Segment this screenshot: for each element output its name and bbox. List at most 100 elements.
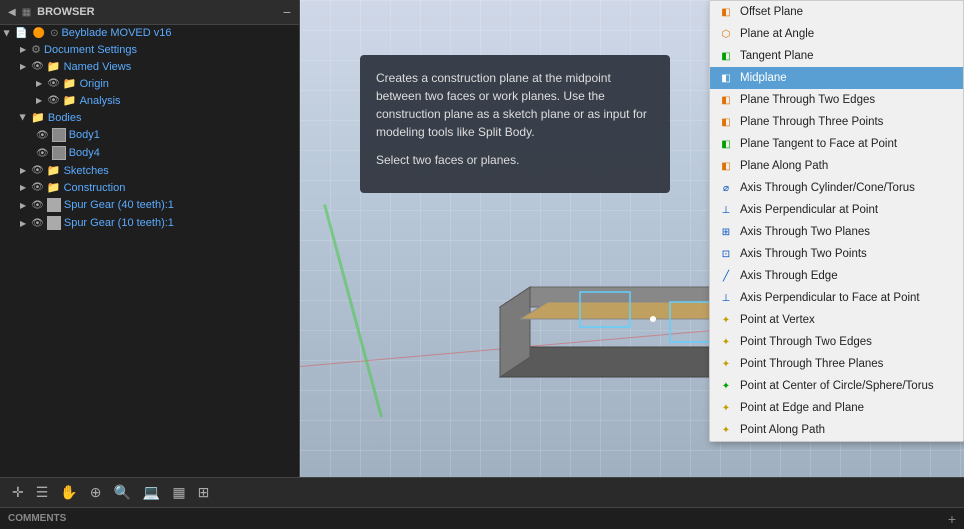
bottom-toolbar: ✛ ☰ ✋ ⊕ 🔍 💻 ▦ ⊞ [0, 477, 964, 507]
menu-item-tangent-plane[interactable]: ◧ Tangent Plane [710, 45, 963, 67]
menu-item-plane-three-pts[interactable]: ◧ Plane Through Three Points [710, 111, 963, 133]
tree-item-named-views[interactable]: ▶ 👁 📁 Named Views [0, 58, 299, 75]
eye-named-views[interactable]: 👁 [31, 61, 44, 72]
tree-item-analysis[interactable]: ▶ 👁 📁 Analysis [0, 92, 299, 109]
tree-item-body1[interactable]: 👁 Body1 [0, 126, 299, 144]
menu-item-midplane[interactable]: ◧ Midplane ⋯ [710, 67, 963, 89]
point-two-edges-icon: ✦ [718, 334, 734, 350]
bodies-label: Bodies [48, 112, 82, 124]
point-vertex-icon: ✦ [718, 312, 734, 328]
menu-item-axis-two-planes[interactable]: ⊞ Axis Through Two Planes [710, 221, 963, 243]
arrow-sketches[interactable]: ▶ [20, 166, 26, 175]
point-edge-plane-icon: ✦ [718, 400, 734, 416]
point-vertex-label: Point at Vertex [740, 314, 815, 326]
tree-item-doc-settings[interactable]: ▶ ⚙ Document Settings [0, 41, 299, 58]
arrow-analysis[interactable]: ▶ [36, 96, 42, 105]
eye-sketches[interactable]: 👁 [31, 165, 44, 176]
tree-item-root[interactable]: ▶ 📄 🟠 ⊙ Beyblade MOVED v16 [0, 25, 299, 41]
menu-item-point-edge-plane[interactable]: ✦ Point at Edge and Plane [710, 397, 963, 419]
menu-item-point-vertex[interactable]: ✦ Point at Vertex [710, 309, 963, 331]
browser-minimize-btn[interactable]: − [283, 4, 291, 20]
browser-header: ◀ ▦ BROWSER − [0, 0, 299, 25]
tree-item-spur10[interactable]: ▶ 👁 Spur Gear (10 teeth):1 [0, 214, 299, 232]
point-three-planes-icon: ✦ [718, 356, 734, 372]
toolbar-btn-create[interactable]: ✛ [8, 482, 28, 503]
toolbar-btn-display[interactable]: 💻 [139, 482, 164, 503]
arrow-root[interactable]: ▶ [3, 30, 12, 36]
arrow-named-views[interactable]: ▶ [20, 62, 26, 71]
eye-body4[interactable]: 👁 [36, 148, 49, 159]
eye-origin[interactable]: 👁 [47, 78, 60, 89]
toolbar-btn-zoom[interactable]: 🔍 [109, 482, 134, 503]
menu-item-axis-perp-face[interactable]: ⊥ Axis Perpendicular to Face at Point [710, 287, 963, 309]
axis-perp-pt-label: Axis Perpendicular at Point [740, 204, 878, 216]
plane-two-edges-icon: ◧ [718, 92, 734, 108]
named-views-label: Named Views [64, 61, 132, 73]
tree-item-sketches[interactable]: ▶ 👁 📁 Sketches [0, 162, 299, 179]
menu-item-axis-perp-pt[interactable]: ⊥ Axis Perpendicular at Point [710, 199, 963, 221]
eye-body1[interactable]: 👁 [36, 130, 49, 141]
menu-item-point-center[interactable]: ✦ Point at Center of Circle/Sphere/Torus [710, 375, 963, 397]
tree-item-construction[interactable]: ▶ 👁 📁 Construction [0, 179, 299, 196]
toolbar-btn-orbit[interactable]: ⊕ [86, 482, 106, 503]
browser-icon: ▦ [22, 7, 31, 18]
plane-three-pts-icon: ◧ [718, 114, 734, 130]
arrow-construction[interactable]: ▶ [20, 183, 26, 192]
folder-bodies: 📁 [31, 111, 45, 124]
add-comment-btn[interactable]: + [948, 511, 956, 527]
menu-item-axis-two-pts[interactable]: ⊡ Axis Through Two Points [710, 243, 963, 265]
viewport: Creates a construction plane at the midp… [300, 0, 964, 477]
arrow-spur10[interactable]: ▶ [20, 219, 26, 228]
menu-item-plane-along-path[interactable]: ◧ Plane Along Path [710, 155, 963, 177]
sidebar: ◀ ▦ BROWSER − ▶ 📄 🟠 ⊙ Beyblade MOVED v16… [0, 0, 300, 477]
arrow-bodies[interactable]: ▶ [19, 114, 28, 120]
menu-item-axis-edge[interactable]: ╱ Axis Through Edge [710, 265, 963, 287]
tree-item-bodies[interactable]: ▶ 📁 Bodies [0, 109, 299, 126]
origin-label: Origin [80, 78, 109, 90]
tree-item-spur40[interactable]: ▶ 👁 Spur Gear (40 teeth):1 [0, 196, 299, 214]
midplane-icon: ◧ [718, 70, 734, 86]
folder-origin: 📁 [63, 77, 77, 90]
menu-item-point-along-path[interactable]: ✦ Point Along Path [710, 419, 963, 441]
browser-collapse-arrow[interactable]: ◀ [8, 7, 16, 18]
folder-named-views: 📁 [47, 60, 61, 73]
gear-icon: ⚙ [31, 43, 41, 56]
eye-spur40[interactable]: 👁 [31, 200, 44, 211]
arrow-spur40[interactable]: ▶ [20, 201, 26, 210]
point-center-icon: ✦ [718, 378, 734, 394]
toolbar-btn-menu[interactable]: ☰ [32, 482, 53, 503]
menu-item-axis-cyl[interactable]: ⌀ Axis Through Cylinder/Cone/Torus [710, 177, 963, 199]
point-three-planes-label: Point Through Three Planes [740, 358, 883, 370]
eye-construction[interactable]: 👁 [31, 182, 44, 193]
plane-tangent-face-icon: ◧ [718, 136, 734, 152]
tree-item-body4[interactable]: 👁 Body4 [0, 144, 299, 162]
menu-more-midplane: ⋯ [945, 73, 955, 84]
file-icon: 📄 [15, 28, 27, 39]
spur10-icon [47, 216, 61, 230]
tree-item-origin[interactable]: ▶ 👁 📁 Origin [0, 75, 299, 92]
axis-edge-label: Axis Through Edge [740, 270, 838, 282]
menu-item-plane-two-edges[interactable]: ◧ Plane Through Two Edges [710, 89, 963, 111]
spur10-label: Spur Gear (10 teeth):1 [64, 217, 174, 229]
plane-two-edges-label: Plane Through Two Edges [740, 94, 875, 106]
toolbar-btn-layout[interactable]: ⊞ [194, 482, 214, 503]
plane-angle-label: Plane at Angle [740, 28, 814, 40]
toolbar-btn-pan[interactable]: ✋ [56, 482, 81, 503]
eye-analysis[interactable]: 👁 [47, 95, 60, 106]
point-center-label: Point at Center of Circle/Sphere/Torus [740, 380, 934, 392]
plane-along-path-icon: ◧ [718, 158, 734, 174]
menu-item-point-three-planes[interactable]: ✦ Point Through Three Planes [710, 353, 963, 375]
arrow-doc[interactable]: ▶ [20, 45, 26, 54]
toolbar-btn-grid[interactable]: ▦ [168, 482, 189, 503]
arrow-origin[interactable]: ▶ [36, 79, 42, 88]
eye-spur10[interactable]: 👁 [31, 218, 44, 229]
menu-item-plane-angle[interactable]: ⬡ Plane at Angle [710, 23, 963, 45]
tangent-plane-label: Tangent Plane [740, 50, 814, 62]
root-label: Beyblade MOVED v16 [61, 27, 171, 39]
menu-item-offset-plane[interactable]: ◧ Offset Plane [710, 1, 963, 23]
menu-item-point-two-edges[interactable]: ✦ Point Through Two Edges [710, 331, 963, 353]
axis-two-planes-icon: ⊞ [718, 224, 734, 240]
spur40-label: Spur Gear (40 teeth):1 [64, 199, 174, 211]
axis-two-pts-icon: ⊡ [718, 246, 734, 262]
menu-item-plane-tangent-face[interactable]: ◧ Plane Tangent to Face at Point [710, 133, 963, 155]
